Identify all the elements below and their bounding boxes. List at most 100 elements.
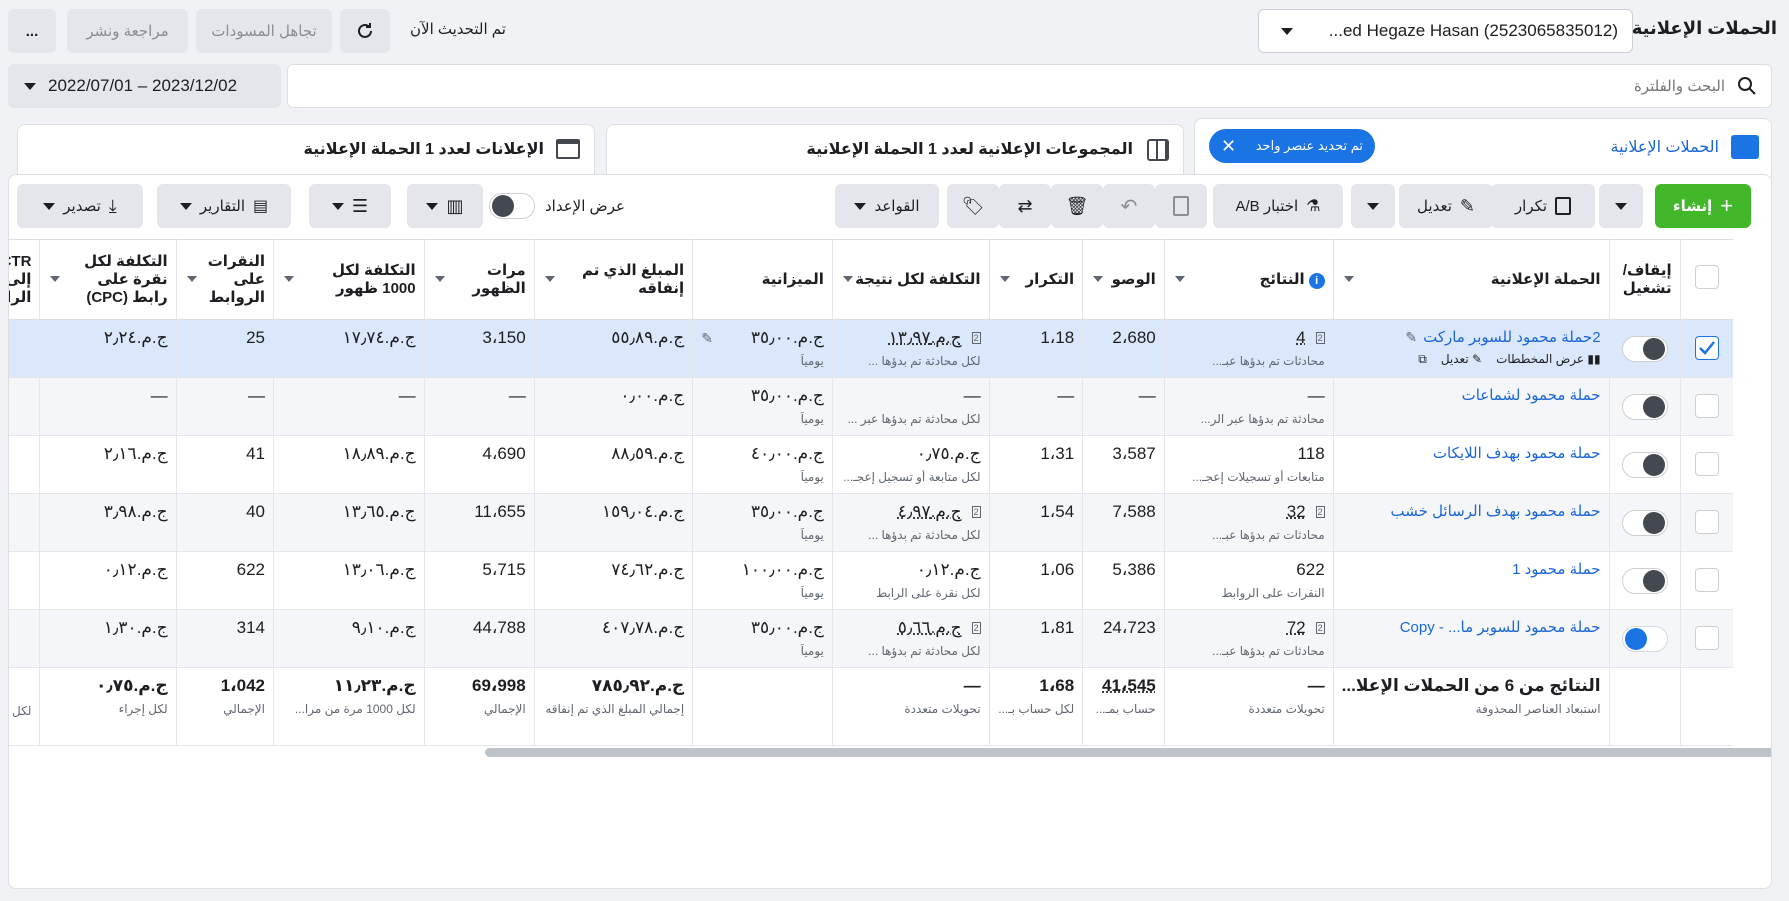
create-button[interactable]: + إنشاء bbox=[1655, 184, 1751, 228]
cpm-cell: — bbox=[272, 377, 425, 436]
row-toggle[interactable] bbox=[1608, 493, 1681, 552]
campaign-name-link[interactable]: حملة محمود 1 bbox=[1512, 560, 1600, 578]
onoff-switch[interactable] bbox=[1621, 452, 1668, 478]
horizontal-scrollbar[interactable] bbox=[485, 748, 1771, 757]
row-select[interactable] bbox=[1679, 435, 1733, 494]
campaign-name-link[interactable]: حملة محمود للسوبر ما... - Copy bbox=[1400, 618, 1601, 636]
campaign-name-link[interactable]: 2حملة محمود للسوبر ماركت bbox=[1423, 328, 1600, 346]
move-button[interactable]: ⇄ bbox=[999, 184, 1051, 228]
sort-icon[interactable] bbox=[1343, 276, 1354, 282]
results-cell: 622 النقرات على الروابط bbox=[1163, 551, 1334, 610]
breakdown-button[interactable]: ☰ bbox=[309, 184, 391, 228]
onoff-switch[interactable] bbox=[1621, 626, 1668, 652]
table-row[interactable]: 2حملة محمود للسوبر ماركت ✎ ▮▮ عرض المخططات… bbox=[9, 319, 1733, 378]
row-select[interactable] bbox=[1679, 319, 1733, 378]
reports-button[interactable]: ▤ التقارير bbox=[157, 184, 291, 228]
table-row[interactable]: حملة محمود لشماعات — محادثة تم بدؤها عبر ا… bbox=[9, 377, 1733, 436]
columns-button[interactable]: ▥ bbox=[407, 184, 483, 228]
table-row[interactable]: حملة محمود للسوبر ما... - Copy 2 72 محادثات… bbox=[9, 609, 1733, 668]
pencil-icon[interactable]: ✎ bbox=[1405, 329, 1417, 346]
sort-icon[interactable] bbox=[544, 276, 555, 282]
tab-campaigns[interactable]: الحملات الإعلانية ✕ تم تحديد عنصر واحد bbox=[1194, 118, 1772, 178]
col-results[interactable]: iالنتائج bbox=[1163, 239, 1334, 320]
onoff-switch[interactable] bbox=[1621, 568, 1668, 594]
row-toggle[interactable] bbox=[1608, 609, 1681, 668]
view-charts-link[interactable]: ▮▮ عرض المخططات bbox=[1496, 352, 1600, 367]
table-row[interactable]: حملة محمود 1 622 النقرات على الروابط 5،386 1… bbox=[9, 551, 1733, 610]
campaign-name-link[interactable]: حملة محمود بهدف اللايكات bbox=[1433, 444, 1601, 462]
budget-cell: ج.م.٣٥٫٠٠ ✎ يومياً bbox=[692, 319, 833, 378]
ab-test-button[interactable]: ⚗ اختبار A/B bbox=[1213, 184, 1343, 228]
sort-icon[interactable] bbox=[434, 276, 445, 282]
sort-icon[interactable] bbox=[186, 276, 197, 282]
row-toggle[interactable] bbox=[1608, 435, 1681, 494]
row-checkbox[interactable] bbox=[1694, 394, 1719, 418]
clipboard-button[interactable] bbox=[1155, 184, 1207, 228]
setup-view-switch[interactable] bbox=[489, 193, 535, 219]
tag-button[interactable]: 🏷 bbox=[947, 184, 999, 228]
search-bar[interactable] bbox=[287, 64, 1772, 108]
col-frequency[interactable]: التكرار bbox=[988, 239, 1083, 320]
search-input[interactable] bbox=[1425, 77, 1725, 95]
onoff-switch[interactable] bbox=[1621, 510, 1668, 536]
account-selector[interactable]: ...ed Hegaze Hasan (2523065835012) bbox=[1258, 9, 1633, 53]
col-amount-spent[interactable]: المبلغ الذي تم إنفاقه bbox=[533, 239, 693, 320]
col-reach[interactable]: الوصو bbox=[1082, 239, 1165, 320]
discard-drafts-button[interactable]: تجاهل المسودات bbox=[196, 9, 332, 53]
row-checkbox[interactable] bbox=[1694, 452, 1719, 476]
refresh-button[interactable] bbox=[340, 9, 390, 53]
review-publish-button[interactable]: مراجعة ونشر bbox=[67, 9, 188, 53]
row-select[interactable] bbox=[1679, 551, 1733, 610]
table-row[interactable]: حملة محمود بهدف اللايكات 118 متابعات أو تس… bbox=[9, 435, 1733, 494]
export-button[interactable]: ⤓ تصدير bbox=[17, 184, 143, 228]
row-toggle[interactable] bbox=[1608, 377, 1681, 436]
row-select[interactable] bbox=[1679, 493, 1733, 552]
col-link-clicks[interactable]: النقرات على الروابط bbox=[175, 239, 274, 320]
rules-button[interactable]: القواعد bbox=[835, 184, 939, 228]
campaign-name-link[interactable]: حملة محمود لشماعات bbox=[1462, 386, 1601, 404]
onoff-switch[interactable] bbox=[1621, 336, 1668, 362]
row-checkbox[interactable] bbox=[1694, 626, 1719, 650]
col-cpc[interactable]: التكلفة لكل نقرة على رابط (CPC) bbox=[39, 239, 177, 320]
sort-icon[interactable] bbox=[1093, 276, 1104, 282]
row-toggle[interactable] bbox=[1608, 319, 1681, 378]
col-cost-per-result[interactable]: التكلفة لكل نتيجة bbox=[831, 239, 990, 320]
duplicate-dropdown[interactable] bbox=[1599, 184, 1643, 228]
row-checkbox[interactable] bbox=[1694, 336, 1719, 360]
sort-icon[interactable] bbox=[1174, 276, 1185, 282]
copy-icon[interactable]: ⧉ bbox=[1418, 352, 1427, 367]
table-row[interactable]: حملة محمود بهدف الرسائل خشب 2 32 محادثات تم… bbox=[9, 493, 1733, 552]
undo-button[interactable]: ↶ bbox=[1103, 184, 1155, 228]
date-range-picker[interactable]: 2022/07/01 – 2023/12/02 bbox=[8, 64, 281, 108]
sort-icon[interactable] bbox=[283, 276, 294, 282]
row-checkbox[interactable] bbox=[1694, 510, 1719, 534]
tab-ads[interactable]: الإعلانات لعدد 1 الحملة الإعلانية bbox=[17, 124, 595, 178]
col-campaign[interactable]: الحملة الإعلانية bbox=[1332, 239, 1610, 320]
select-all-checkbox[interactable] bbox=[1694, 265, 1719, 289]
campaign-name-link[interactable]: حملة محمود بهدف الرسائل خشب bbox=[1391, 502, 1601, 520]
row-edit-link[interactable]: ✎ تعديل bbox=[1441, 352, 1482, 367]
tab-adsets[interactable]: المجموعات الإعلانية لعدد 1 الحملة الإعلا… bbox=[606, 124, 1184, 178]
selection-chip[interactable]: ✕ تم تحديد عنصر واحد bbox=[1209, 129, 1375, 163]
row-select[interactable] bbox=[1679, 377, 1733, 436]
close-icon[interactable]: ✕ bbox=[1221, 136, 1236, 157]
edit-button[interactable]: ✎ تعديل bbox=[1399, 184, 1493, 228]
sort-icon[interactable] bbox=[842, 276, 853, 282]
col-clicks-label: النقرات على الروابط bbox=[207, 252, 265, 306]
sort-icon[interactable] bbox=[50, 276, 61, 282]
col-cpm[interactable]: التكلفة لكل 1000 ظهور bbox=[272, 239, 425, 320]
totals-ctr-cell: لكل bbox=[9, 667, 40, 746]
setup-view-toggle[interactable]: عرض الإعداد bbox=[489, 193, 625, 219]
sort-icon[interactable] bbox=[999, 276, 1010, 282]
edit-dropdown[interactable] bbox=[1351, 184, 1395, 228]
col-impressions[interactable]: مرات الظهور bbox=[423, 239, 535, 320]
row-toggle[interactable] bbox=[1608, 551, 1681, 610]
onoff-switch[interactable] bbox=[1621, 394, 1668, 420]
header-select-all[interactable] bbox=[1679, 239, 1733, 320]
row-select[interactable] bbox=[1679, 609, 1733, 668]
delete-button[interactable]: 🗑 bbox=[1051, 184, 1103, 228]
more-options-button[interactable]: ... bbox=[8, 9, 56, 53]
pencil-icon[interactable]: ✎ bbox=[701, 330, 713, 347]
duplicate-button[interactable]: تكرار bbox=[1491, 184, 1595, 228]
row-checkbox[interactable] bbox=[1694, 568, 1719, 592]
